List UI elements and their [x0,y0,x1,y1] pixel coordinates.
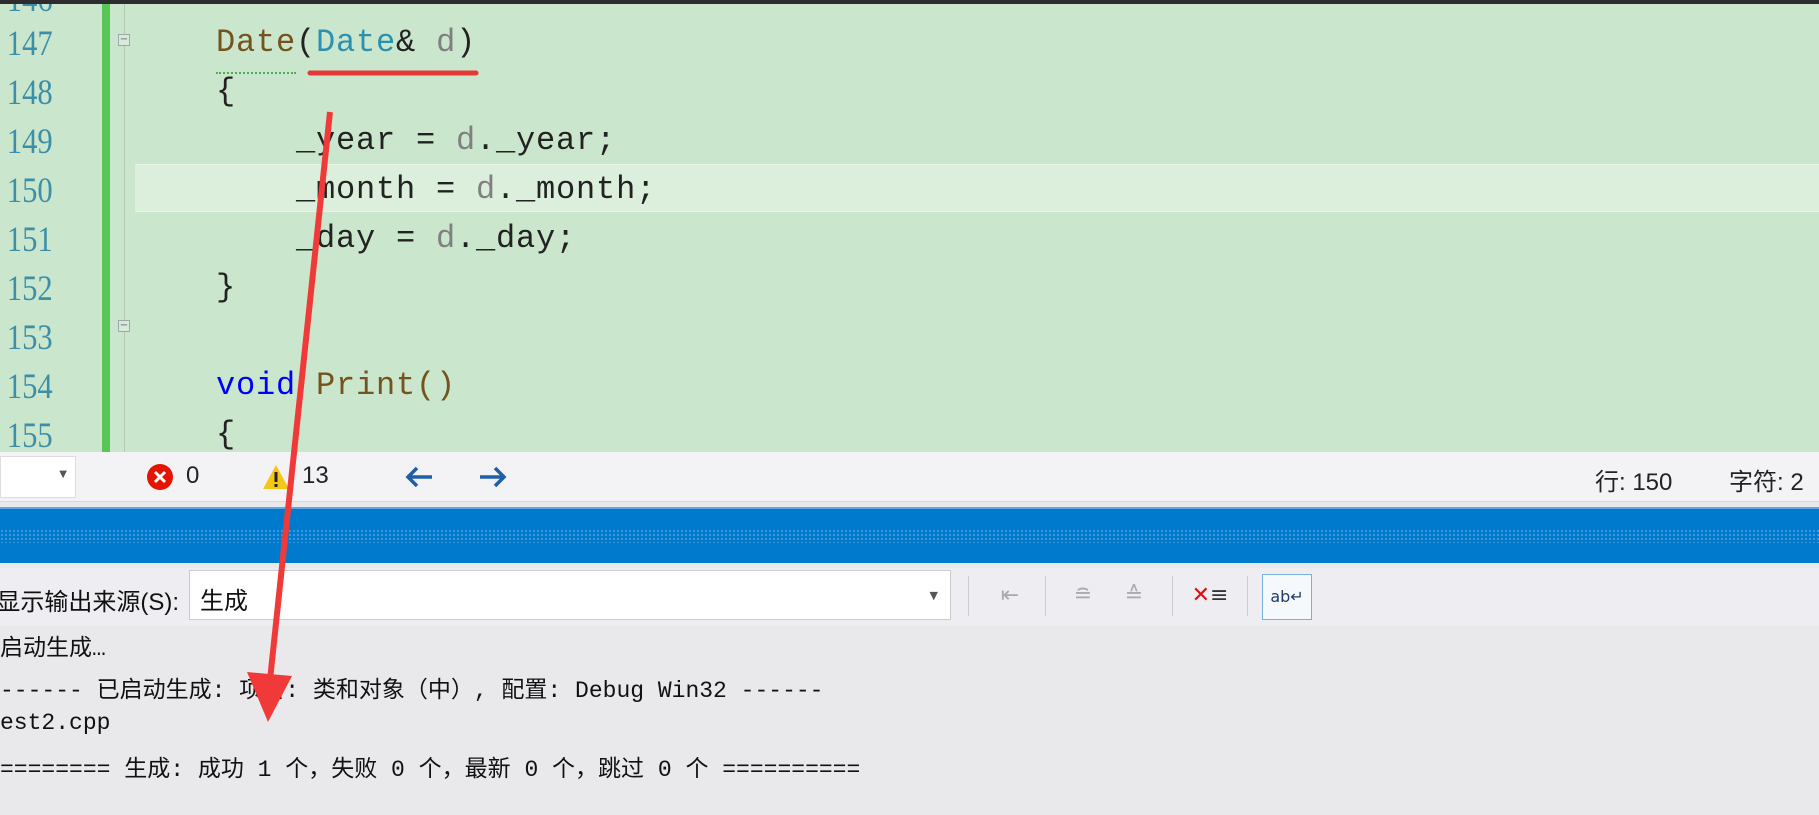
line-number: 154 [6,366,53,406]
code-line-150: _month = d._month; [296,171,656,208]
param-name: d [476,171,497,208]
line-indicator: 行: 150 [1595,469,1673,496]
separator [1247,576,1248,616]
code-line-147: Date(Date& d) [216,24,476,61]
output-line: 启动生成… [0,636,106,662]
line-number: 153 [6,317,53,357]
token: ._day; [456,220,577,257]
next-message-icon[interactable]: ≙ [1114,576,1154,616]
code-line-148: { [216,73,237,110]
token: ._year; [476,122,617,159]
token: ) [456,24,477,61]
param-name: d [436,24,457,61]
previous-message-icon[interactable]: ≘ [1063,576,1103,616]
outline-guide [124,4,125,452]
arrow-right-icon[interactable] [478,465,508,489]
line-number: 150 [6,170,53,210]
code-line-155: { [216,416,237,452]
line-number: 155 [6,415,53,452]
code-line-151: _day = d._day; [296,220,576,257]
go-to-location-icon[interactable]: ⇤ [990,576,1030,616]
editor-status-bar: ▼ 0 13 行: 150 字符: 2 [0,452,1819,502]
function-name: Print() [296,367,457,404]
code-line-154: void Print() [216,367,456,404]
token: _month = [296,171,477,208]
warning-icon[interactable] [262,463,290,491]
chevron-down-icon: ▼ [929,589,938,602]
token: & [396,24,437,61]
output-text-area[interactable]: 启动生成… ------ 已启动生成: 项目: 类和对象（中）, 配置: Deb… [0,626,1819,815]
separator [1045,576,1046,616]
line-number: 147 [6,23,53,63]
line-number: 149 [6,121,53,161]
error-count[interactable]: 0 [186,462,199,490]
clear-all-icon[interactable]: ✕≡ [1190,576,1230,616]
token: _day = [296,220,437,257]
param-type: Date [316,24,397,61]
output-panel-title-bar[interactable] [0,507,1819,563]
line-number: 151 [6,219,53,259]
grip-pattern [0,529,1819,543]
ctor-name: Date [216,24,297,61]
output-source-label: 显示输出来源(S): [0,589,179,616]
param-name: d [456,122,477,159]
change-tracking-bar [102,4,110,452]
line-number: 152 [6,268,53,308]
word-wrap-toggle-icon[interactable]: ab↵ [1262,574,1312,620]
token: _year = [296,122,457,159]
output-source-dropdown[interactable]: 生成 ▼ [189,570,951,620]
code-line-152: } [216,269,237,306]
output-line: ------ 已启动生成: 项目: 类和对象（中）, 配置: Debug Win… [0,678,824,704]
zoom-dropdown[interactable]: ▼ [0,456,76,498]
output-toolbar: 显示输出来源(S): 生成 ▼ ⇤ ≘ ≙ ✕≡ ab↵ [0,568,1819,626]
warning-count[interactable]: 13 [302,462,329,490]
char-indicator: 字符: 2 [1729,469,1804,496]
code-line-149: _year = d._year; [296,122,616,159]
line-number: 148 [6,72,53,112]
dropdown-value: 生成 [200,587,248,615]
output-line: est2.cpp [0,710,111,736]
line-number: 146 [0,4,53,20]
keyword: void [216,367,297,404]
separator [1172,576,1173,616]
param-name: d [436,220,457,257]
token: ._month; [496,171,657,208]
token: ( [296,24,317,61]
chevron-down-icon: ▼ [59,469,67,480]
collapse-icon[interactable]: − [118,34,130,46]
separator [968,576,969,616]
error-icon[interactable] [146,463,174,491]
output-line: ======== 生成: 成功 1 个，失败 0 个，最新 0 个，跳过 0 个… [0,757,861,783]
arrow-left-icon[interactable] [404,465,434,489]
collapse-icon[interactable]: − [118,320,130,332]
code-editor[interactable]: − − 146 147 148 149 150 151 152 153 154 … [0,4,1819,452]
